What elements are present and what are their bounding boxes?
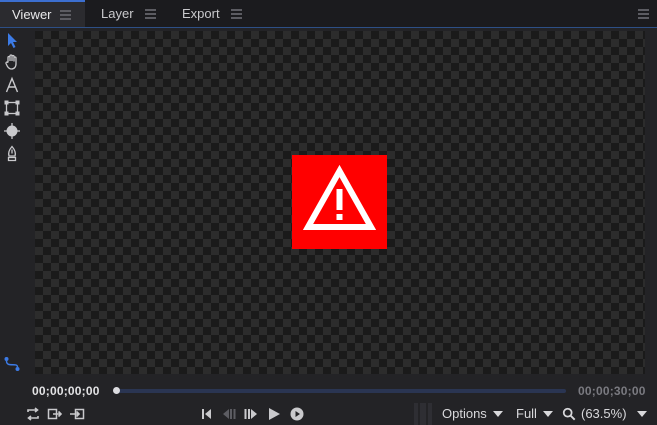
start-timecode[interactable]: 00;00;00;00	[32, 384, 100, 398]
resolution-label: Full	[516, 406, 537, 421]
options-label: Options	[442, 406, 487, 421]
render-preview-icon[interactable]	[289, 406, 305, 422]
pen-icon[interactable]	[3, 145, 21, 163]
anchor-point-icon[interactable]	[3, 122, 21, 140]
timeline-track[interactable]	[116, 389, 566, 393]
tab-layer[interactable]: Layer	[101, 0, 156, 27]
tab-export[interactable]: Export	[182, 0, 242, 27]
set-out-point-icon[interactable]	[69, 406, 85, 422]
tab-export-label: Export	[182, 6, 220, 21]
chevron-down-icon	[542, 410, 553, 417]
search-icon	[562, 407, 576, 420]
resolution-dropdown[interactable]: Full	[516, 406, 553, 421]
connection-path-icon[interactable]	[3, 355, 21, 373]
tab-layer-menu-icon[interactable]	[144, 9, 156, 19]
toolbar-divider	[414, 403, 418, 425]
zoom-dropdown[interactable]: (63.5%)	[562, 406, 647, 421]
tab-viewer[interactable]: Viewer	[0, 0, 85, 27]
select-arrow-icon[interactable]	[3, 31, 21, 49]
toolbar-divider	[428, 403, 432, 425]
chevron-down-icon	[636, 410, 647, 417]
timeline-bar: 00;00;00;00 00;00;30;00	[0, 380, 657, 402]
warning-triangle-icon	[292, 155, 387, 249]
viewer-tools	[0, 28, 24, 378]
step-forward-icon[interactable]	[243, 406, 259, 422]
end-timecode[interactable]: 00;00;30;00	[578, 384, 646, 398]
panel-menu-icon	[638, 9, 649, 19]
set-in-point-icon[interactable]	[47, 406, 63, 422]
step-back-icon[interactable]	[221, 406, 237, 422]
playback-toolbar: Options Full (63.5%)	[0, 403, 657, 425]
loop-icon[interactable]	[25, 406, 41, 422]
hand-icon[interactable]	[3, 53, 21, 71]
go-to-start-icon[interactable]	[198, 406, 214, 422]
options-dropdown[interactable]: Options	[442, 406, 503, 421]
tab-viewer-label: Viewer	[12, 7, 52, 22]
toolbar-divider	[420, 403, 426, 425]
panel-tab-bar: Viewer Layer Export	[0, 0, 657, 28]
tab-viewer-menu-icon[interactable]	[59, 10, 71, 20]
transform-box-icon[interactable]	[3, 99, 21, 117]
zoom-label: (63.5%)	[581, 406, 627, 421]
panel-menu-button[interactable]	[638, 0, 649, 27]
playhead-handle[interactable]	[113, 387, 120, 394]
play-icon[interactable]	[266, 406, 282, 422]
chevron-down-icon	[492, 410, 503, 417]
tab-export-menu-icon[interactable]	[230, 9, 242, 19]
text-tool-icon[interactable]	[3, 76, 21, 94]
tab-layer-label: Layer	[101, 6, 134, 21]
